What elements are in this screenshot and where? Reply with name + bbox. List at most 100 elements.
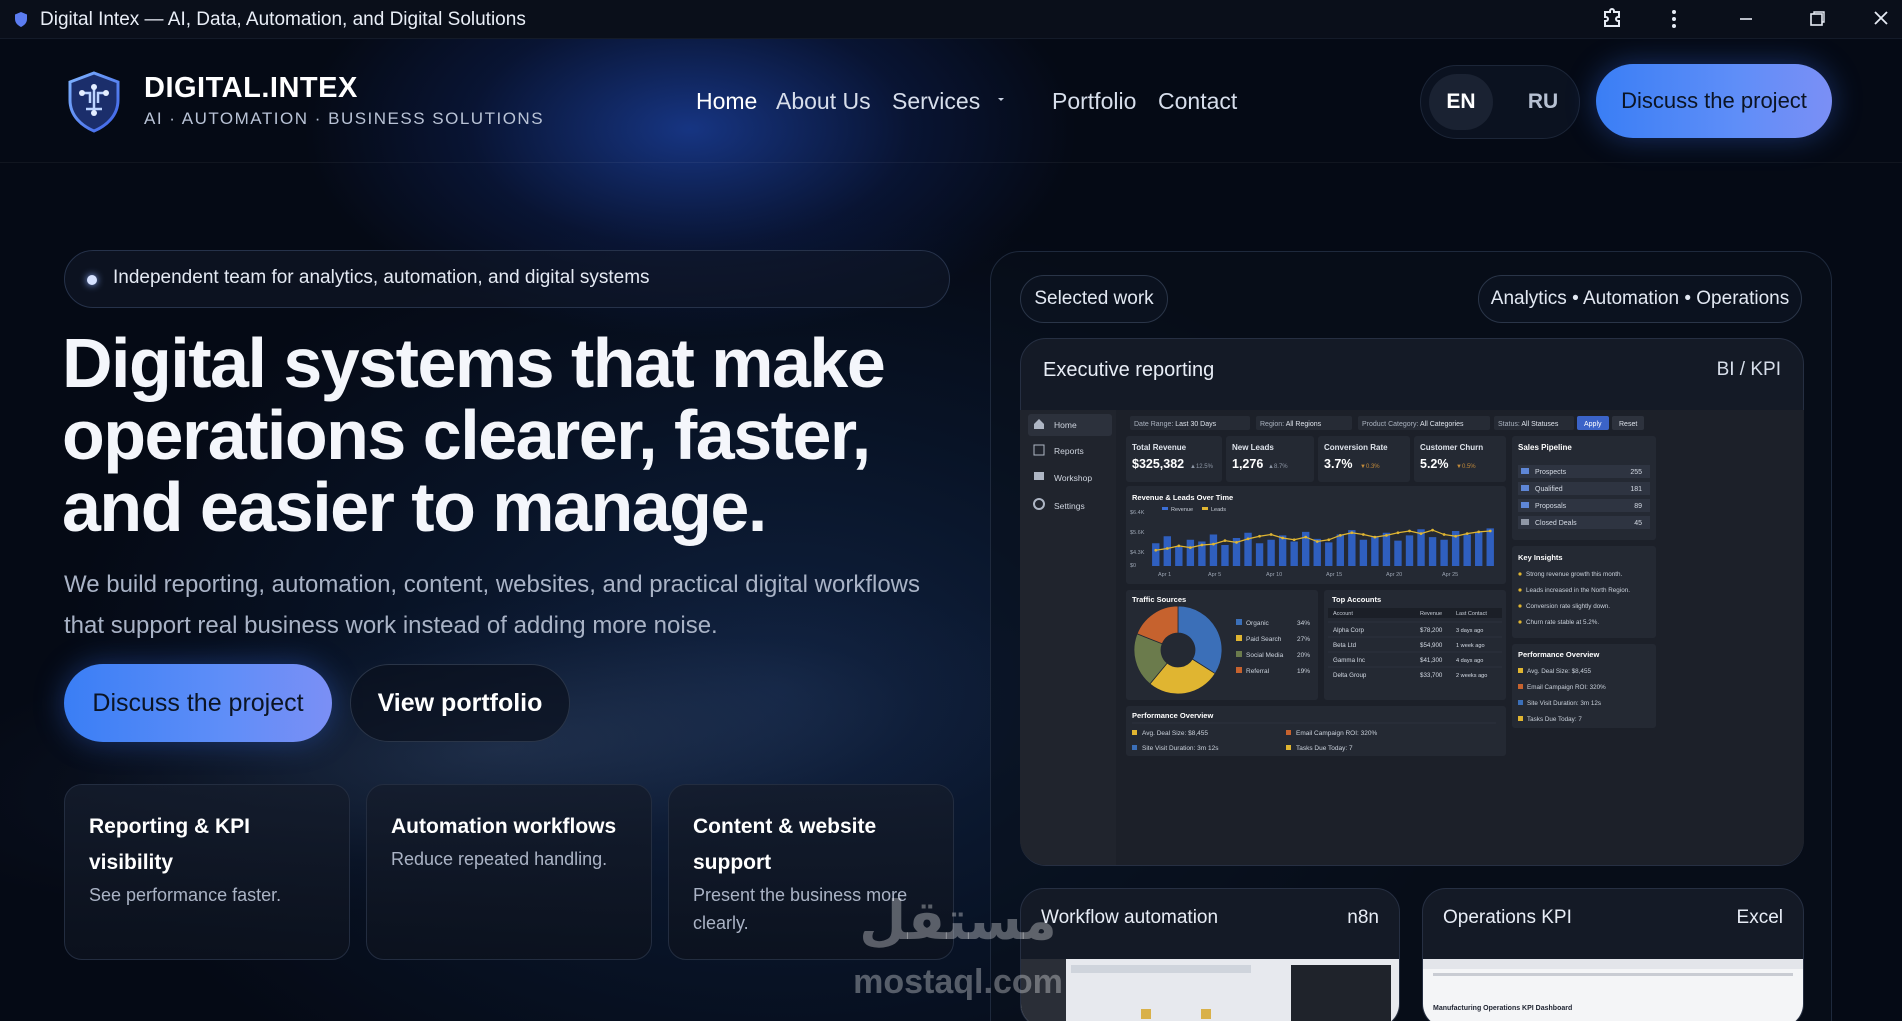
y-tick: $5.6K <box>1130 530 1145 536</box>
kpi-value: 3.7% <box>1324 457 1353 471</box>
hero-subtitle: We build reporting, automation, content,… <box>64 571 920 639</box>
apply-label[interactable]: Apply <box>1584 421 1602 428</box>
x-tick: Apr 10 <box>1266 572 1282 578</box>
traffic-label: Organic <box>1246 620 1270 627</box>
sidebar-workshop[interactable]: Workshop <box>1054 473 1092 483</box>
card-title: Executive reporting <box>1043 359 1215 381</box>
card-tag: Excel <box>1736 907 1783 928</box>
reset-label[interactable]: Reset <box>1619 421 1637 428</box>
logo-shield-icon[interactable] <box>66 71 122 133</box>
minimize-icon[interactable] <box>1732 7 1760 31</box>
revenue-bar <box>1186 539 1195 566</box>
dashboard-svg: Home Reports Workshop Settings Date Rang… <box>1020 410 1804 865</box>
kpi-label: Customer Churn <box>1420 443 1483 452</box>
language-switcher: EN RU <box>1420 65 1580 139</box>
maximize-icon[interactable] <box>1802 7 1830 31</box>
kpi-delta: ▲8.7% <box>1268 464 1288 470</box>
insight-item: Leads increased in the North Region. <box>1526 587 1630 594</box>
kpi-delta: ▼0.5% <box>1456 464 1476 470</box>
revenue-bar <box>1475 531 1483 566</box>
account-revenue: $54,900 <box>1420 642 1443 649</box>
account-contact: 2 weeks ago <box>1456 673 1487 679</box>
revenue-bar <box>1163 536 1171 566</box>
leads-point <box>1212 542 1215 546</box>
category-chip: Analytics • Automation • Operations <box>1478 275 1802 323</box>
revenue-bar <box>1175 546 1183 566</box>
kpi-label: Conversion Rate <box>1324 443 1388 452</box>
revenue-bar <box>1325 542 1333 566</box>
filter-value: All Categories <box>1420 421 1464 428</box>
nav-portfolio[interactable]: Portfolio <box>1052 88 1136 115</box>
feature-title: Automation workflows <box>391 815 617 838</box>
card-title: Operations KPI <box>1443 907 1572 928</box>
lang-ru-button[interactable]: RU <box>1513 74 1573 130</box>
perf-item: Email Campaign ROI: 320% <box>1527 684 1606 691</box>
leads-point <box>1258 534 1261 538</box>
revenue-bar <box>1313 538 1321 566</box>
shield-icon <box>15 12 27 27</box>
traffic-value: 20% <box>1297 652 1310 659</box>
leads-point <box>1304 535 1308 539</box>
close-icon[interactable] <box>1868 7 1894 31</box>
leads-point <box>1373 535 1377 539</box>
pipeline-value: 255 <box>1630 469 1642 476</box>
hero-discuss-button[interactable]: Discuss the project <box>64 664 332 742</box>
leads-point <box>1269 533 1273 536</box>
sidebar-home[interactable]: Home <box>1054 420 1077 430</box>
header-discuss-button[interactable]: Discuss the project <box>1596 64 1832 138</box>
pipeline-value: 45 <box>1634 520 1642 527</box>
operations-kpi-card[interactable]: Operations KPI Excel Manufacturing Opera… <box>1422 888 1804 1021</box>
page: DIGITAL.INTEX AI · AUTOMATION · BUSINESS… <box>0 39 1902 1021</box>
leads-point <box>1442 533 1446 536</box>
extensions-icon[interactable] <box>1600 7 1624 31</box>
traffic-value: 27% <box>1297 636 1310 643</box>
leads-point <box>1431 528 1434 532</box>
accounts-title: Top Accounts <box>1332 595 1381 604</box>
pipeline-label: Qualified <box>1535 486 1563 493</box>
lang-en-button[interactable]: EN <box>1429 74 1493 130</box>
revenue-bar <box>1428 537 1437 566</box>
insight-item: Strong revenue growth this month. <box>1526 571 1623 578</box>
nav-home[interactable]: Home <box>696 88 757 115</box>
feature-title: Reporting & KPI visibility <box>89 815 250 874</box>
traffic-value: 34% <box>1297 620 1310 627</box>
selected-work-chip: Selected work <box>1020 275 1168 323</box>
leads-point <box>1188 546 1192 550</box>
nav-about[interactable]: About Us <box>776 88 871 115</box>
revenue-bar <box>1209 534 1218 566</box>
browser-titlebar: Digital Intex — AI, Data, Automation, an… <box>0 0 1902 39</box>
revenue-bar <box>1267 539 1275 566</box>
perf-item: Avg. Deal Size: $8,455 <box>1527 668 1591 675</box>
revenue-bar <box>1336 534 1344 566</box>
nav-contact[interactable]: Contact <box>1158 88 1237 115</box>
kpi-delta: ▼0.3% <box>1360 464 1380 470</box>
chevron-down-icon[interactable] <box>996 96 1006 104</box>
nav-services[interactable]: Services <box>892 88 980 115</box>
logo-name[interactable]: DIGITAL.INTEX <box>144 72 358 105</box>
x-tick: Apr 5 <box>1208 572 1221 578</box>
dashboard-screenshot: Home Reports Workshop Settings Date Rang… <box>1020 410 1804 865</box>
leads-point <box>1350 531 1354 535</box>
leads-point <box>1246 537 1250 541</box>
filter-value: All Statuses <box>1521 421 1558 428</box>
revenue-bar <box>1255 543 1264 566</box>
sidebar-settings[interactable]: Settings <box>1054 501 1085 511</box>
filter-value: Last 30 Days <box>1175 421 1216 428</box>
pipeline-value: 181 <box>1630 486 1642 493</box>
perf-bottom-title: Performance Overview <box>1132 711 1213 720</box>
sidebar-reports[interactable]: Reports <box>1054 446 1084 456</box>
accounts-header: Account <box>1333 611 1353 617</box>
leads-point <box>1327 538 1331 542</box>
leads-point <box>1454 534 1458 538</box>
svg-text:Region: All Regions: Region: All Regions <box>1260 421 1322 428</box>
leads-point <box>1154 548 1158 552</box>
x-tick: Apr 25 <box>1442 572 1458 578</box>
y-tick: $4.3K <box>1130 550 1145 556</box>
site-header: DIGITAL.INTEX AI · AUTOMATION · BUSINESS… <box>0 39 1902 163</box>
more-vertical-icon[interactable] <box>1662 7 1686 31</box>
view-portfolio-button[interactable]: View portfolio <box>350 664 570 742</box>
account-revenue: $41,300 <box>1420 657 1443 664</box>
account-name: Gamma Inc <box>1333 657 1365 664</box>
leads-point <box>1281 536 1285 540</box>
traffic-label: Social Media <box>1246 652 1284 659</box>
